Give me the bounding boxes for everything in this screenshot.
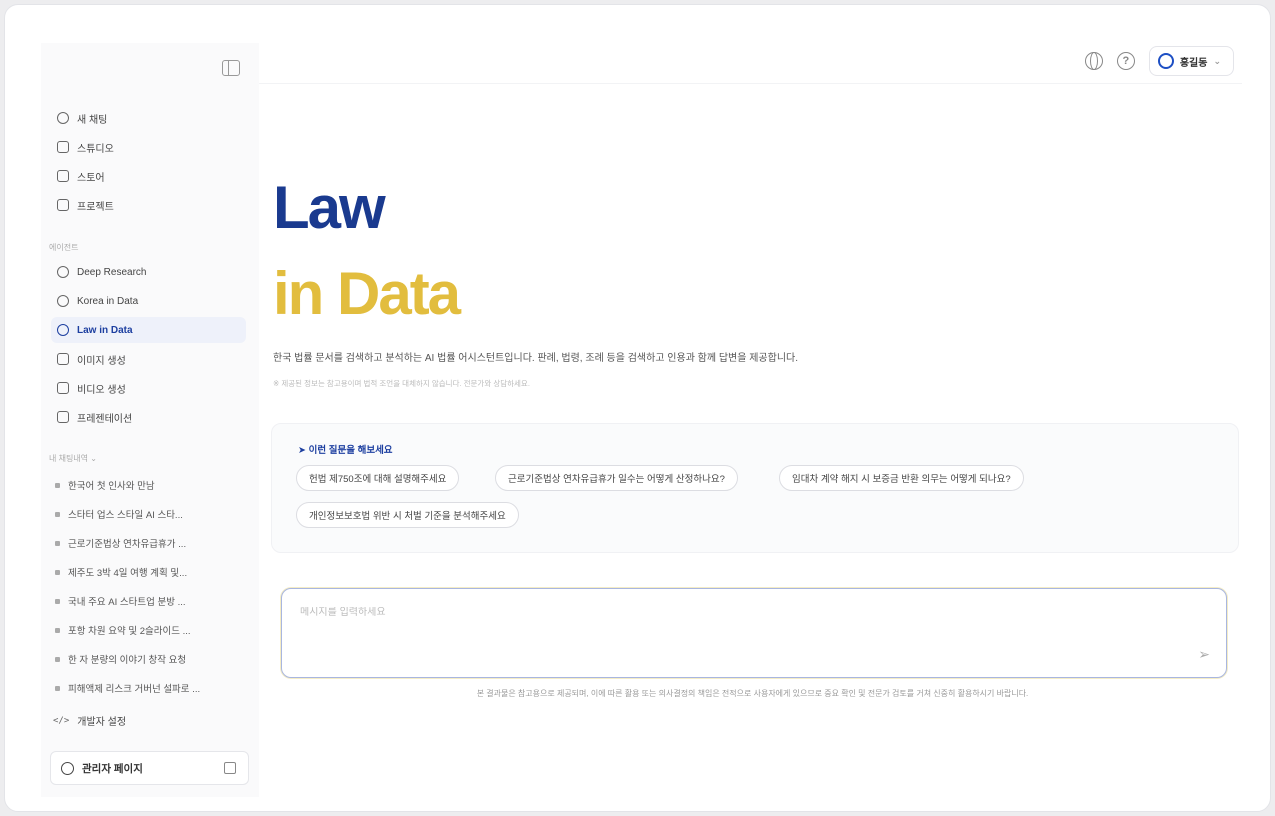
hero-description: 한국 법률 문서를 검색하고 분석하는 AI 법률 어시스턴트입니다. 판례, … xyxy=(273,353,799,364)
user-name: 홍길동 xyxy=(1179,57,1208,69)
list-item[interactable]: 한 자 분량의 이야기 창작 요청 xyxy=(51,648,251,670)
code-icon: </> xyxy=(53,715,70,726)
sidebar-item-presentation[interactable]: 프레젠테이션 xyxy=(51,404,246,430)
folder-icon xyxy=(57,199,69,211)
list-item[interactable]: 국내 주요 AI 스타트업 분방 ... xyxy=(51,590,251,612)
sidebar-item-video-gen[interactable]: 비디오 생성 xyxy=(51,375,246,401)
suggestion-chip[interactable]: 임대차 계약 해지 시 보증금 반환 의무는 어떻게 되나요? xyxy=(779,465,1024,491)
globe-icon[interactable] xyxy=(1084,52,1103,70)
sidebar-item-label: 스튜디오 xyxy=(77,143,114,155)
sidebar-item-image-gen[interactable]: 이미지 생성 xyxy=(51,346,246,372)
list-item[interactable]: 한국어 첫 인사와 만남 xyxy=(51,474,251,496)
list-item[interactable]: 스타터 업스 스타일 AI 스타... xyxy=(51,503,251,525)
agent-section-label: 에이전트 xyxy=(49,243,79,252)
avatar xyxy=(1157,53,1174,69)
law-icon xyxy=(57,324,69,336)
sidebar-item-label: Law in Data xyxy=(77,324,133,336)
hero-title-line2: in Data xyxy=(273,260,461,327)
image-icon xyxy=(57,353,69,365)
sidebar-item-label: 스토어 xyxy=(77,172,105,184)
app-window: 새 채팅 스튜디오 스토어 프로젝트 에이전트 Deep Research Ko… xyxy=(4,4,1271,812)
sidebar-item-label: 프레젠테이션 xyxy=(77,413,133,425)
chat-icon xyxy=(55,540,60,546)
globe-search-icon xyxy=(57,295,69,307)
chat-plus-icon xyxy=(57,112,69,124)
developer-settings-link[interactable]: </> 개발자 설정 xyxy=(51,713,126,729)
chat-icon xyxy=(55,482,60,488)
list-item[interactable]: 포항 차원 요약 및 2슬라이드 ... xyxy=(51,619,251,641)
suggestion-chip[interactable]: 개인정보보호법 위반 시 처벌 기준을 분석해주세요 xyxy=(296,502,519,528)
store-icon xyxy=(57,170,69,182)
history-section-label[interactable]: 내 채팅내역 ⌄ xyxy=(49,453,97,464)
chevron-down-icon: ⌄ xyxy=(1213,55,1221,66)
list-item[interactable]: 근로기준법상 연차유급휴가 ... xyxy=(51,532,251,554)
chat-icon xyxy=(55,511,60,517)
studio-icon xyxy=(57,141,69,153)
chat-icon xyxy=(55,656,60,662)
sidebar-item-studio[interactable]: 스튜디오 xyxy=(51,134,246,160)
message-input[interactable] xyxy=(300,607,1180,618)
suggestion-heading: ➤ 이런 질문을 해보세요 xyxy=(298,445,393,456)
list-item[interactable]: 제주도 3박 4일 여행 계획 및... xyxy=(51,561,251,583)
suggestion-chip[interactable]: 근로기준법상 연차유급휴가 일수는 어떻게 산정하나요? xyxy=(495,465,738,491)
sidebar-item-new-chat[interactable]: 새 채팅 xyxy=(51,105,246,131)
sidebar-item-label: 프로젝트 xyxy=(77,201,114,213)
sidebar-item-label: Deep Research xyxy=(77,266,147,278)
chat-icon xyxy=(55,598,60,604)
chat-input-box: ➢ xyxy=(281,588,1227,678)
header-divider xyxy=(259,83,1242,84)
presentation-icon xyxy=(57,411,69,423)
arrow-right-icon: ➤ xyxy=(298,445,309,456)
hero-title-line1: Law xyxy=(273,174,386,241)
sidebar: 새 채팅 스튜디오 스토어 프로젝트 에이전트 Deep Research Ko… xyxy=(41,43,259,797)
sidebar-item-store[interactable]: 스토어 xyxy=(51,163,246,189)
sidebar-item-label: 비디오 생성 xyxy=(77,384,126,396)
sidebar-item-deep-research[interactable]: Deep Research xyxy=(51,259,246,285)
disclaimer-text: 본 결과물은 참고용으로 제공되며, 이에 따른 활용 또는 의사결정의 책임은… xyxy=(476,689,1029,698)
sidebar-item-law-in-data[interactable]: Law in Data xyxy=(51,317,246,343)
sidebar-item-label: 이미지 생성 xyxy=(77,355,126,367)
sidebar-collapse-icon[interactable] xyxy=(222,60,240,76)
suggestion-panel: ➤ 이런 질문을 해보세요 헌법 제750조에 대해 설명해주세요 근로기준법상… xyxy=(271,423,1239,553)
external-link-icon xyxy=(224,762,236,774)
sidebar-item-korea-in-data[interactable]: Korea in Data xyxy=(51,288,246,314)
sidebar-item-project[interactable]: 프로젝트 xyxy=(51,192,246,218)
chat-icon xyxy=(55,627,60,633)
hero-note: ※ 제공된 정보는 참고용이며 법적 조언을 대체하지 않습니다. 전문가와 상… xyxy=(273,379,530,388)
admin-page-button[interactable]: 관리자 페이지 xyxy=(50,751,249,785)
sidebar-item-label: Korea in Data xyxy=(77,295,139,307)
sidebar-item-label: 새 채팅 xyxy=(77,114,108,126)
help-icon[interactable]: ? xyxy=(1116,52,1135,70)
suggestion-chip[interactable]: 헌법 제750조에 대해 설명해주세요 xyxy=(296,465,460,491)
send-icon[interactable]: ➢ xyxy=(1198,646,1210,663)
user-menu-button[interactable]: 홍길동 ⌄ xyxy=(1148,46,1234,76)
research-icon xyxy=(57,266,69,278)
video-icon xyxy=(57,382,69,394)
chat-icon xyxy=(55,569,60,575)
user-icon xyxy=(61,761,74,775)
header-actions: ? 홍길동 ⌄ xyxy=(1084,45,1234,77)
